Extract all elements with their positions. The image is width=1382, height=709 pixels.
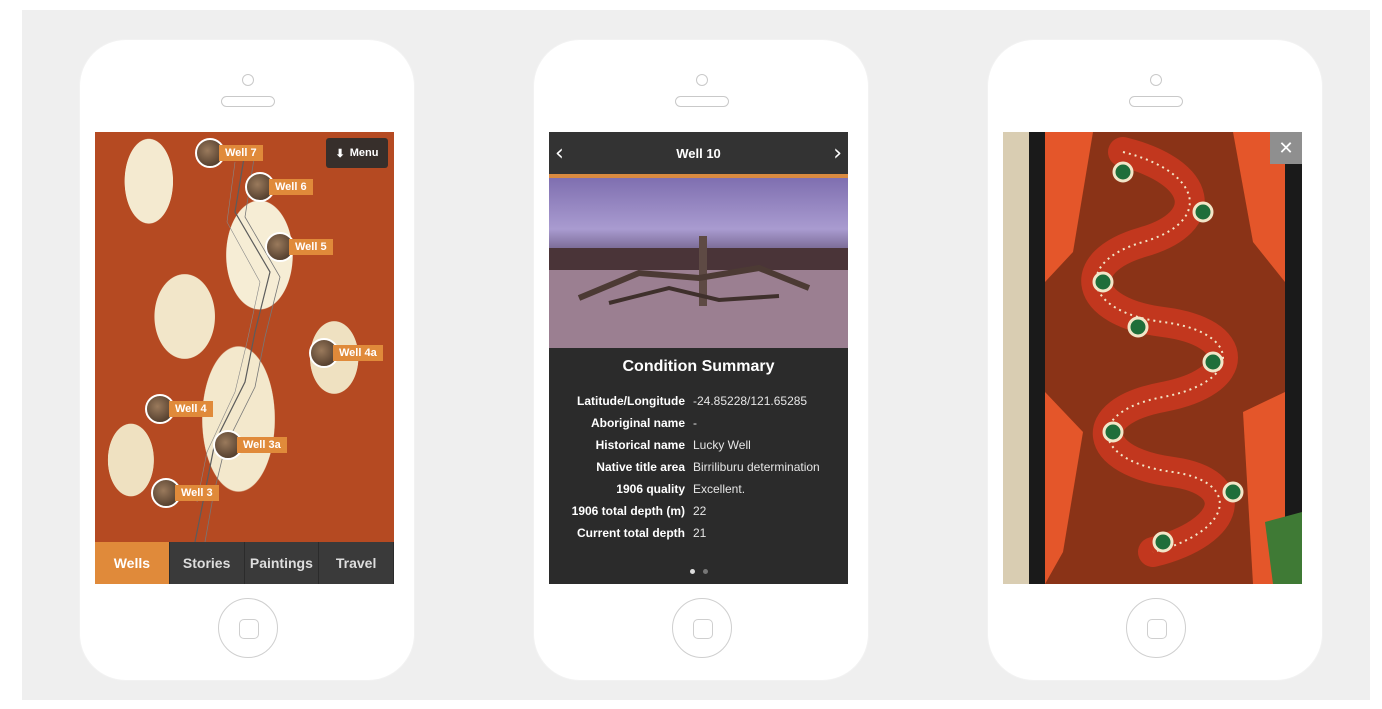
earpiece-speaker (221, 96, 275, 107)
earpiece-speaker (1129, 96, 1183, 107)
condition-summary-heading: Condition Summary (622, 358, 775, 375)
condition-summary-table: Latitude/Longitude -24.85228/121.65285 A… (549, 394, 848, 548)
well-pin-3a[interactable]: Well 3a (213, 430, 287, 460)
page-dot-active (689, 569, 695, 574)
home-button-square (693, 619, 713, 639)
row-value: -24.85228/121.65285 (693, 394, 808, 408)
front-camera (1150, 74, 1162, 86)
row-key: Latitude/Longitude (577, 394, 685, 408)
well-pin-6[interactable]: Well 6 (245, 172, 313, 202)
well-pin-4[interactable]: Well 4 (145, 394, 213, 424)
tab-wells[interactable]: Wells (95, 542, 170, 584)
table-row: Current total depth 21 (549, 526, 848, 540)
well-pin-5[interactable]: Well 5 (265, 232, 333, 262)
phone-frame-details: ‹ Well 10 › Condition Summary Latitude/L… (534, 40, 868, 680)
chevron-left-icon[interactable]: ‹ (555, 141, 564, 166)
row-key: Current total depth (577, 526, 685, 540)
well-label: Well 7 (219, 145, 263, 161)
tab-travel[interactable]: Travel (319, 542, 394, 584)
well-label: Well 3 (175, 485, 219, 501)
tab-stories[interactable]: Stories (170, 542, 245, 584)
well-pin-3[interactable]: Well 3 (151, 478, 219, 508)
home-button[interactable] (1126, 598, 1186, 658)
menu-button[interactable]: ⬇ Menu (326, 138, 388, 168)
home-button[interactable] (672, 598, 732, 658)
row-value: Lucky Well (693, 438, 751, 452)
bottom-tab-bar: Wells Stories Paintings Travel (95, 542, 394, 584)
well-pin-7[interactable]: Well 7 (195, 138, 263, 168)
well-photo (549, 178, 848, 348)
row-key: Native title area (596, 460, 685, 474)
well-label: Well 3a (237, 437, 287, 453)
row-value: - (693, 416, 697, 430)
scroll-fade (549, 550, 848, 584)
row-value: Excellent. (693, 482, 746, 496)
home-button[interactable] (218, 598, 278, 658)
well-label: Well 6 (269, 179, 313, 195)
row-value: Birriliburu determination (693, 460, 820, 474)
page-dot (702, 569, 708, 574)
well-label: Well 4a (333, 345, 383, 361)
chevron-right-icon[interactable]: › (833, 141, 842, 166)
details-screen: ‹ Well 10 › Condition Summary Latitude/L… (549, 132, 848, 584)
aboriginal-painting[interactable] (1003, 132, 1302, 584)
page-title: Well 10 (676, 145, 721, 161)
table-row: 1906 quality Excellent. (549, 482, 848, 496)
front-camera (242, 74, 254, 86)
row-value: 22 (693, 504, 707, 518)
home-button-square (1147, 619, 1167, 639)
table-row: 1906 total depth (m) 22 (549, 504, 848, 518)
well-label: Well 4 (169, 401, 213, 417)
row-key: Historical name (595, 438, 685, 452)
table-row: Historical name Lucky Well (549, 438, 848, 452)
row-key: 1906 total depth (m) (571, 504, 685, 518)
painting-illustration (1003, 132, 1302, 584)
front-camera (696, 74, 708, 86)
page-indicator[interactable] (549, 569, 848, 574)
row-key: 1906 quality (616, 482, 685, 496)
home-button-square (239, 619, 259, 639)
map-screen: Well 7 Well 6 Well 5 Well 4a Well 4 Well… (95, 132, 394, 584)
wells-map[interactable]: Well 7 Well 6 Well 5 Well 4a Well 4 Well… (95, 132, 394, 542)
menu-button-label: Menu (349, 147, 379, 159)
well-label: Well 5 (289, 239, 333, 255)
close-button[interactable]: ✕ (1270, 132, 1302, 164)
well-photo-illustration (549, 236, 848, 348)
table-row: Latitude/Longitude -24.85228/121.65285 (549, 394, 848, 408)
download-arrow-icon: ⬇ (335, 147, 345, 160)
tab-paintings[interactable]: Paintings (245, 542, 320, 584)
well-pin-4a[interactable]: Well 4a (309, 338, 383, 368)
stage-background: Well 7 Well 6 Well 5 Well 4a Well 4 Well… (22, 10, 1370, 700)
painting-screen: ✕ (1003, 132, 1302, 584)
phone-frame-map: Well 7 Well 6 Well 5 Well 4a Well 4 Well… (80, 40, 414, 680)
earpiece-speaker (675, 96, 729, 107)
table-row: Aboriginal name - (549, 416, 848, 430)
row-key: Aboriginal name (590, 416, 685, 430)
phone-frame-painting: ✕ (988, 40, 1322, 680)
row-value: 21 (693, 526, 707, 540)
close-icon: ✕ (1278, 137, 1294, 159)
nav-bar: ‹ Well 10 › (549, 132, 848, 174)
table-row: Native title area Birriliburu determinat… (549, 460, 848, 474)
